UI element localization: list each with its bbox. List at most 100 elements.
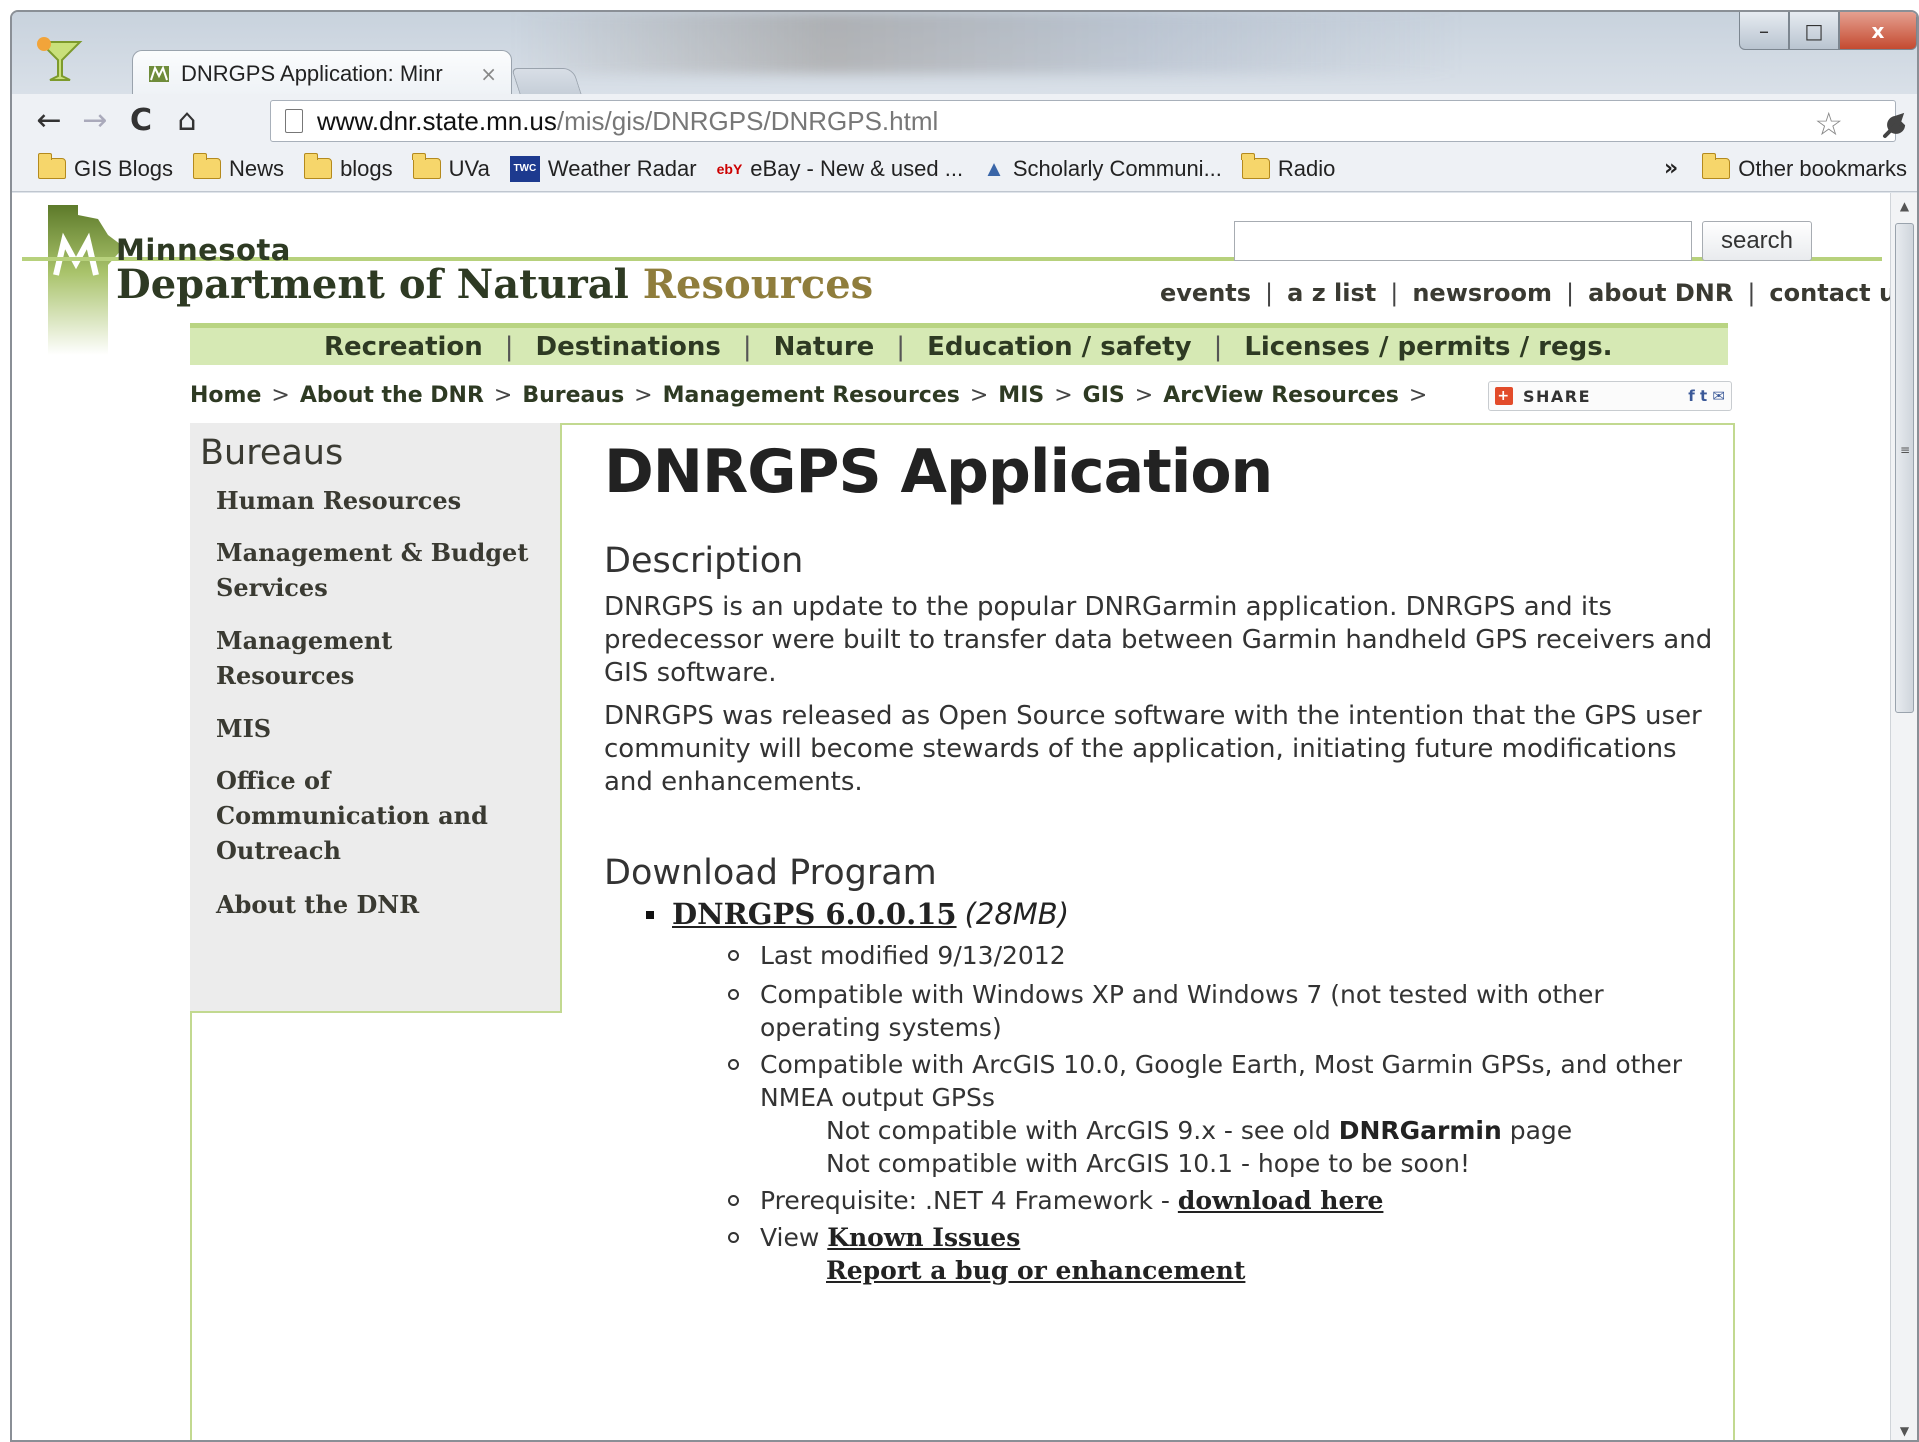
- close-window-button[interactable]: x: [1839, 12, 1917, 50]
- titlebar-background: [512, 12, 1462, 74]
- maximize-button[interactable]: □: [1789, 12, 1839, 50]
- sidebar-item-budget-services[interactable]: Management & Budget Services: [216, 535, 536, 605]
- sidebar-item-communication[interactable]: Office of Communication and Outreach: [216, 763, 536, 868]
- bookmarks-overflow-icon[interactable]: »: [1664, 156, 1678, 181]
- bookmark-blogs[interactable]: blogs: [303, 153, 393, 182]
- bookmark-news[interactable]: News: [192, 153, 285, 182]
- bookmark-label: Other bookmarks: [1738, 155, 1907, 181]
- breadcrumb-separator: >: [1134, 383, 1154, 408]
- ebay-icon: ebY: [716, 160, 743, 177]
- nav-destinations[interactable]: Destinations: [536, 332, 721, 362]
- breadcrumb-about[interactable]: About the DNR: [300, 383, 484, 408]
- dnrgarmin-link[interactable]: DNRGarmin: [1339, 1116, 1502, 1145]
- bookmark-label: eBay - New & used ...: [750, 155, 964, 181]
- breadcrumb-separator: >: [634, 383, 653, 408]
- breadcrumb-separator: >: [1408, 383, 1428, 408]
- nav-recreation[interactable]: Recreation: [324, 332, 483, 362]
- bookmark-scholarly[interactable]: ▲ Scholarly Communi...: [983, 156, 1222, 182]
- logo-department[interactable]: Department of Natural Resources: [116, 261, 873, 308]
- sidebar-item-human-resources[interactable]: Human Resources: [216, 483, 536, 518]
- detail-text: Prerequisite: .NET 4 Framework -: [760, 1186, 1178, 1215]
- nav-licenses[interactable]: Licenses / permits / regs.: [1244, 332, 1612, 362]
- folder-icon: [1241, 153, 1270, 179]
- minimize-button[interactable]: –: [1739, 12, 1789, 50]
- address-bar[interactable]: www.dnr.state.mn.us /mis/gis/DNRGPS/DNRG…: [270, 100, 1896, 143]
- page-icon: [285, 109, 303, 133]
- breadcrumb-management[interactable]: Management Resources: [663, 383, 960, 408]
- browser-toolbar: ← → C ⌂ www.dnr.state.mn.us /mis/gis/DNR…: [12, 94, 1917, 146]
- report-bug-link[interactable]: Report a bug or enhancement: [826, 1256, 1245, 1285]
- known-issues-link[interactable]: Known Issues: [827, 1223, 1020, 1252]
- wrench-icon[interactable]: [1881, 110, 1911, 148]
- detail-text: View: [760, 1223, 828, 1252]
- separator: |: [1565, 279, 1575, 307]
- separator: |: [742, 331, 752, 362]
- page-viewport: Minnesota Department of Natural Resource…: [12, 193, 1892, 1440]
- bookmark-uva[interactable]: UVa: [412, 153, 490, 182]
- not-compatible-9x: Not compatible with ArcGIS 9.x - see old…: [604, 1114, 1714, 1147]
- other-bookmarks[interactable]: Other bookmarks: [1701, 153, 1907, 182]
- download-link[interactable]: DNRGPS 6.0.0.15: [672, 897, 957, 931]
- browser-logo-icon: [37, 37, 83, 81]
- utility-link-about[interactable]: about DNR: [1588, 279, 1733, 307]
- description-heading: Description: [604, 541, 804, 581]
- breadcrumb-arcview[interactable]: ArcView Resources: [1163, 383, 1399, 408]
- detail-prerequisite: Prerequisite: .NET 4 Framework - downloa…: [604, 1184, 1714, 1217]
- detail-compat-arcgis: Compatible with ArcGIS 10.0, Google Eart…: [604, 1048, 1714, 1114]
- breadcrumb-gis[interactable]: GIS: [1083, 383, 1125, 408]
- bookmark-label: Weather Radar: [547, 155, 697, 181]
- circle-bullet: [728, 989, 739, 1000]
- bookmark-star-icon[interactable]: ☆: [1814, 105, 1843, 143]
- bookmark-label: Scholarly Communi...: [1012, 155, 1222, 181]
- circle-bullet: [728, 1059, 739, 1070]
- sidebar-item-management-resources[interactable]: Management Resources: [216, 623, 536, 693]
- reload-icon[interactable]: C: [118, 97, 164, 143]
- site-search-button[interactable]: search: [1702, 221, 1812, 261]
- bookmark-label: News: [229, 155, 285, 181]
- scroll-up-icon[interactable]: ▲: [1891, 195, 1917, 217]
- share-button[interactable]: + SHARE f t ✉: [1488, 381, 1732, 411]
- detail-text: page: [1501, 1116, 1573, 1145]
- download-size: (28MB): [964, 897, 1070, 931]
- scroll-down-icon[interactable]: ▼: [1891, 1420, 1917, 1440]
- url-host: www.dnr.state.mn.us: [317, 105, 557, 136]
- back-arrow-icon[interactable]: ←: [26, 97, 72, 143]
- breadcrumb-separator: >: [1054, 383, 1073, 408]
- bookmark-label: GIS Blogs: [74, 155, 174, 181]
- logo-dept-prefix: Department of Natural: [116, 261, 643, 308]
- utility-link-contact[interactable]: contact us: [1769, 279, 1892, 307]
- report-bug-row: Report a bug or enhancement: [604, 1254, 1714, 1287]
- separator: |: [896, 331, 906, 362]
- bookmark-ebay[interactable]: ebY eBay - New & used ...: [717, 156, 963, 182]
- browser-window: DNRGPS Application: Minr × – □ x ← → C ⌂…: [10, 10, 1919, 1442]
- bookmark-weather-radar[interactable]: TWC Weather Radar: [509, 155, 697, 182]
- sidebar-item-mis[interactable]: MIS: [216, 711, 536, 746]
- home-icon[interactable]: ⌂: [164, 97, 210, 143]
- nav-education-safety[interactable]: Education / safety: [927, 332, 1192, 362]
- tab-close-icon[interactable]: ×: [480, 62, 497, 86]
- page-title: DNRGPS Application: [604, 437, 1273, 507]
- detail-text: Compatible with ArcGIS 10.0, Google Eart…: [760, 1050, 1682, 1112]
- tab-active[interactable]: DNRGPS Application: Minr ×: [132, 50, 512, 96]
- breadcrumb-bureaus[interactable]: Bureaus: [522, 383, 624, 408]
- breadcrumb-mis[interactable]: MIS: [998, 383, 1044, 408]
- window-controls: – □ x: [1739, 12, 1917, 50]
- utility-link-az-list[interactable]: a z list: [1287, 279, 1376, 307]
- utility-link-events[interactable]: events: [1160, 279, 1251, 307]
- utility-link-newsroom[interactable]: newsroom: [1412, 279, 1552, 307]
- scroll-thumb[interactable]: [1895, 223, 1914, 713]
- forward-arrow-icon[interactable]: →: [72, 97, 118, 143]
- net-download-link[interactable]: download here: [1178, 1186, 1384, 1215]
- bookmark-gis-blogs[interactable]: GIS Blogs: [37, 153, 174, 182]
- site-search-input[interactable]: [1234, 221, 1692, 261]
- breadcrumb-home[interactable]: Home: [190, 383, 261, 408]
- download-details: Last modified 9/13/2012 Compatible with …: [604, 939, 1714, 1114]
- detail-text: Not compatible with ArcGIS 9.x - see old: [826, 1116, 1339, 1145]
- sidebar-heading: Bureaus: [200, 433, 344, 473]
- vertical-scrollbar[interactable]: ▲ ≡ ▼: [1890, 193, 1917, 1440]
- separator: |: [1747, 279, 1756, 307]
- nav-nature[interactable]: Nature: [774, 332, 875, 362]
- share-services-icon: f t ✉: [1688, 387, 1725, 405]
- sidebar-item-about[interactable]: About the DNR: [216, 887, 536, 922]
- bookmark-radio[interactable]: Radio: [1241, 153, 1335, 182]
